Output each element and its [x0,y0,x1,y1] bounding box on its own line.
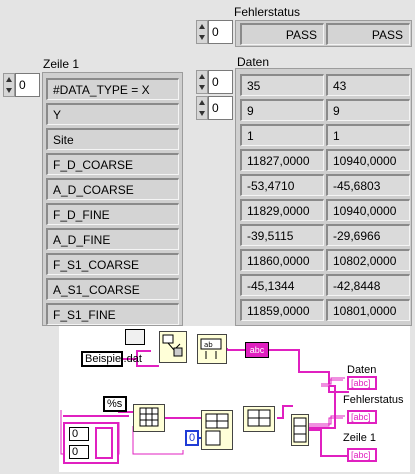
daten-cell[interactable]: 11827,0000 [240,149,324,171]
output-label-zeile1: Zeile 1 [343,432,377,444]
index-spinner[interactable] [196,70,208,94]
index-array-icon [293,417,307,443]
daten-cell[interactable]: 11859,0000 [240,299,324,321]
cluster-field[interactable]: 0 [69,445,89,459]
wire [307,417,343,427]
decrement-icon[interactable] [199,35,205,40]
fehlerstatus-index-value[interactable]: 0 [208,20,233,44]
cluster-constant[interactable]: 0 0 [63,422,119,464]
daten-cell[interactable]: 1 [240,124,324,146]
string-split-icon: ab [200,338,222,359]
array-icon [139,407,159,427]
zeile1-index-value[interactable]: 0 [15,73,40,97]
zeile1-cell[interactable]: A_S1_COARSE [46,278,179,300]
zeile1-cell[interactable]: #DATA_TYPE = X [46,78,179,100]
string-split-node[interactable]: ab [197,334,227,364]
decrement-icon[interactable] [199,111,205,116]
index-spinner[interactable] [3,73,15,97]
daten-cell[interactable]: 43 [326,74,410,96]
index-constant[interactable]: 0 [185,430,199,446]
increment-icon[interactable] [199,24,205,29]
decrement-icon[interactable] [199,85,205,90]
output-label-daten: Daten [347,364,377,376]
daten-cell[interactable]: 10940,0000 [326,199,410,221]
daten-col-index[interactable]: 0 [196,96,233,120]
zeile1-cell[interactable]: Site [46,128,179,150]
index-spinner[interactable] [196,96,208,120]
cluster-field[interactable]: 0 [69,427,89,441]
fehlerstatus-cell[interactable]: PASS [240,23,324,45]
zeile1-cell[interactable]: F_S1_FINE [46,303,179,325]
daten-label: Daten [237,55,270,69]
string-indicator: abc [245,342,269,358]
daten-cell[interactable]: -29,6966 [326,224,410,246]
wire [307,415,345,425]
format-constant[interactable]: %s [103,396,127,412]
daten-cell[interactable]: 11860,0000 [240,249,324,271]
spreadsheet-to-array-node[interactable] [133,404,165,432]
zeile1-cell[interactable]: A_D_FINE [46,228,179,250]
index-array-icon [205,413,229,446]
wire [321,377,345,385]
zeile1-cell[interactable]: Y [46,103,179,125]
increment-icon[interactable] [199,74,205,79]
zeile1-cell[interactable]: F_D_COARSE [46,153,179,175]
file-path-constant[interactable]: Beispiel.dat [81,351,142,367]
daten-cell[interactable]: 10801,0000 [326,299,410,321]
zeile1-cell[interactable]: A_D_COARSE [46,178,179,200]
daten-row-index[interactable]: 0 [196,70,233,94]
wire [269,349,330,384]
daten-cell[interactable]: -53,4710 [240,174,324,196]
transpose-node[interactable] [243,406,275,432]
index-array-node-2[interactable] [291,414,309,446]
index-spinner[interactable] [196,20,208,44]
zeile1-label: Zeile 1 [43,57,80,71]
daten-row-index-value[interactable]: 0 [208,70,233,94]
zeile1-terminal[interactable]: [abc] [347,448,377,462]
daten-cell[interactable]: 11829,0000 [240,199,324,221]
daten-cell[interactable]: 10940,0000 [326,149,410,171]
decrement-icon[interactable] [6,88,12,93]
daten-cell[interactable]: 1 [326,124,410,146]
increment-icon[interactable] [199,100,205,105]
cluster-string-field[interactable] [95,427,113,459]
zeile1-cell[interactable]: F_S1_COARSE [46,253,179,275]
daten-cell[interactable]: 10802,0000 [326,249,410,271]
svg-text:ab: ab [204,341,213,349]
daten-cell[interactable]: 35 [240,74,324,96]
folder-icon [125,329,145,345]
zeile1-cell[interactable]: F_D_FINE [46,203,179,225]
daten-terminal[interactable]: [abc] [347,376,377,390]
fehlerstatus-label: Fehlerstatus [234,5,301,19]
daten-cell[interactable]: -39,5115 [240,224,324,246]
output-label-fehlerstatus: Fehlerstatus [343,394,404,406]
daten-cell[interactable]: 9 [240,99,324,121]
fehlerstatus-index[interactable]: 0 [196,20,233,44]
daten-cell[interactable]: -42,8448 [326,274,410,296]
increment-icon[interactable] [6,77,12,82]
transpose-icon [247,409,271,427]
zeile1-index[interactable]: 0 [3,73,40,97]
daten-cell[interactable]: -45,6803 [326,174,410,196]
wire [309,429,347,457]
read-file-icon [162,334,183,357]
index-array-node[interactable] [201,410,233,450]
daten-cell[interactable]: -45,1344 [240,274,324,296]
daten-cell[interactable]: 9 [326,99,410,121]
fehlerstatus-cell[interactable]: PASS [326,23,410,45]
block-diagram: Beispiel.dat ab abc %s 0 0 0 Daten [abc]… [59,326,410,472]
daten-col-index-value[interactable]: 0 [208,96,233,120]
read-spreadsheet-node[interactable] [159,331,187,363]
fehlerstatus-terminal[interactable]: [abc] [347,410,377,424]
